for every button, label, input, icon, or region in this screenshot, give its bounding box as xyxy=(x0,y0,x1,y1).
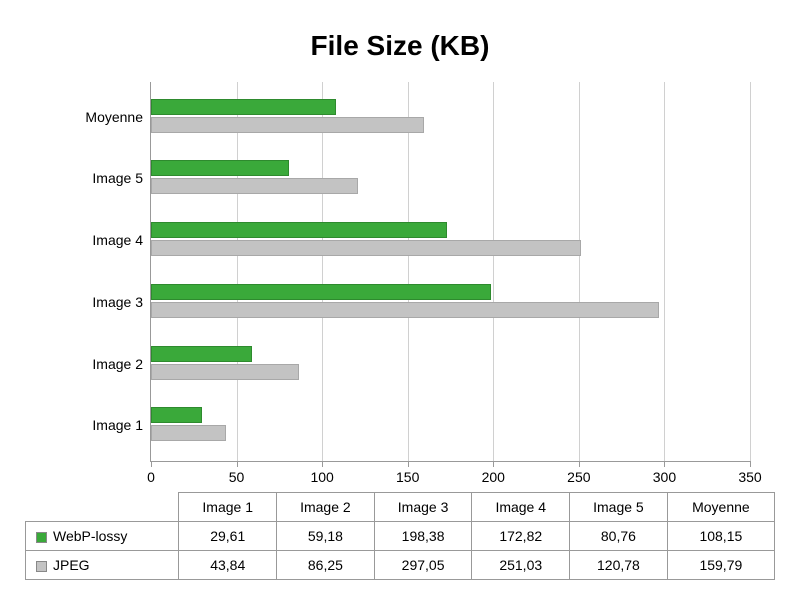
legend-swatch-icon xyxy=(36,561,47,572)
bar-webp xyxy=(151,222,447,238)
x-tick-label: 200 xyxy=(482,469,505,485)
x-tick xyxy=(408,461,409,467)
chart-title: File Size (KB) xyxy=(20,30,780,62)
table-row-label: JPEG xyxy=(26,551,179,580)
series-name: JPEG xyxy=(53,557,90,573)
grid-line xyxy=(750,82,751,461)
table-cell: 172,82 xyxy=(472,522,570,551)
table-row: WebP-lossy 29,6159,18198,38172,8280,76108… xyxy=(26,522,775,551)
x-tick-label: 350 xyxy=(738,469,761,485)
table-header: Image 2 xyxy=(277,493,375,522)
table-cell: 251,03 xyxy=(472,551,570,580)
x-tick xyxy=(664,461,665,467)
table-header: Image 1 xyxy=(179,493,277,522)
bar-jpeg xyxy=(151,240,581,256)
table-cell: 86,25 xyxy=(277,551,375,580)
bar-webp xyxy=(151,99,336,115)
x-tick xyxy=(237,461,238,467)
bar-jpeg xyxy=(151,425,226,441)
table-cell: 297,05 xyxy=(374,551,472,580)
table-header: Image 4 xyxy=(472,493,570,522)
x-tick xyxy=(493,461,494,467)
table-cell: 43,84 xyxy=(179,551,277,580)
y-tick-label: Image 2 xyxy=(92,356,151,372)
table-header: Moyenne xyxy=(667,493,774,522)
chart-container: 050100150200250300350Image 1Image 2Image… xyxy=(80,82,750,462)
bar-jpeg xyxy=(151,178,358,194)
category-group: Image 5 xyxy=(151,152,750,204)
category-group: Image 1 xyxy=(151,399,750,451)
x-tick-label: 150 xyxy=(396,469,419,485)
bar-webp xyxy=(151,407,202,423)
bar-webp xyxy=(151,160,289,176)
category-group: Moyenne xyxy=(151,91,750,143)
y-tick-label: Image 1 xyxy=(92,417,151,433)
data-table: Image 1Image 2Image 3Image 4Image 5Moyen… xyxy=(25,492,775,580)
y-tick-label: Image 4 xyxy=(92,232,151,248)
x-tick xyxy=(322,461,323,467)
y-tick-label: Image 5 xyxy=(92,170,151,186)
table-cell: 120,78 xyxy=(570,551,668,580)
table-row-label: WebP-lossy xyxy=(26,522,179,551)
category-group: Image 3 xyxy=(151,276,750,328)
table-cell: 80,76 xyxy=(570,522,668,551)
x-tick-label: 50 xyxy=(229,469,245,485)
table-row: JPEG 43,8486,25297,05251,03120,78159,79 xyxy=(26,551,775,580)
table-corner xyxy=(26,493,179,522)
x-tick xyxy=(579,461,580,467)
series-name: WebP-lossy xyxy=(53,528,127,544)
x-tick xyxy=(151,461,152,467)
bar-jpeg xyxy=(151,117,424,133)
table-header: Image 3 xyxy=(374,493,472,522)
table-cell: 59,18 xyxy=(277,522,375,551)
bar-jpeg xyxy=(151,302,659,318)
category-group: Image 2 xyxy=(151,338,750,390)
legend-swatch-icon xyxy=(36,532,47,543)
x-tick-label: 250 xyxy=(567,469,590,485)
y-tick-label: Moyenne xyxy=(85,109,151,125)
category-group: Image 4 xyxy=(151,214,750,266)
x-tick-label: 300 xyxy=(653,469,676,485)
x-tick-label: 0 xyxy=(147,469,155,485)
table-cell: 159,79 xyxy=(667,551,774,580)
bar-webp xyxy=(151,346,252,362)
table-cell: 198,38 xyxy=(374,522,472,551)
table-cell: 29,61 xyxy=(179,522,277,551)
plot-area: 050100150200250300350Image 1Image 2Image… xyxy=(150,82,750,462)
table-cell: 108,15 xyxy=(667,522,774,551)
bar-webp xyxy=(151,284,491,300)
x-tick-label: 100 xyxy=(310,469,333,485)
x-tick xyxy=(750,461,751,467)
bar-jpeg xyxy=(151,364,299,380)
table-header: Image 5 xyxy=(570,493,668,522)
y-tick-label: Image 3 xyxy=(92,294,151,310)
